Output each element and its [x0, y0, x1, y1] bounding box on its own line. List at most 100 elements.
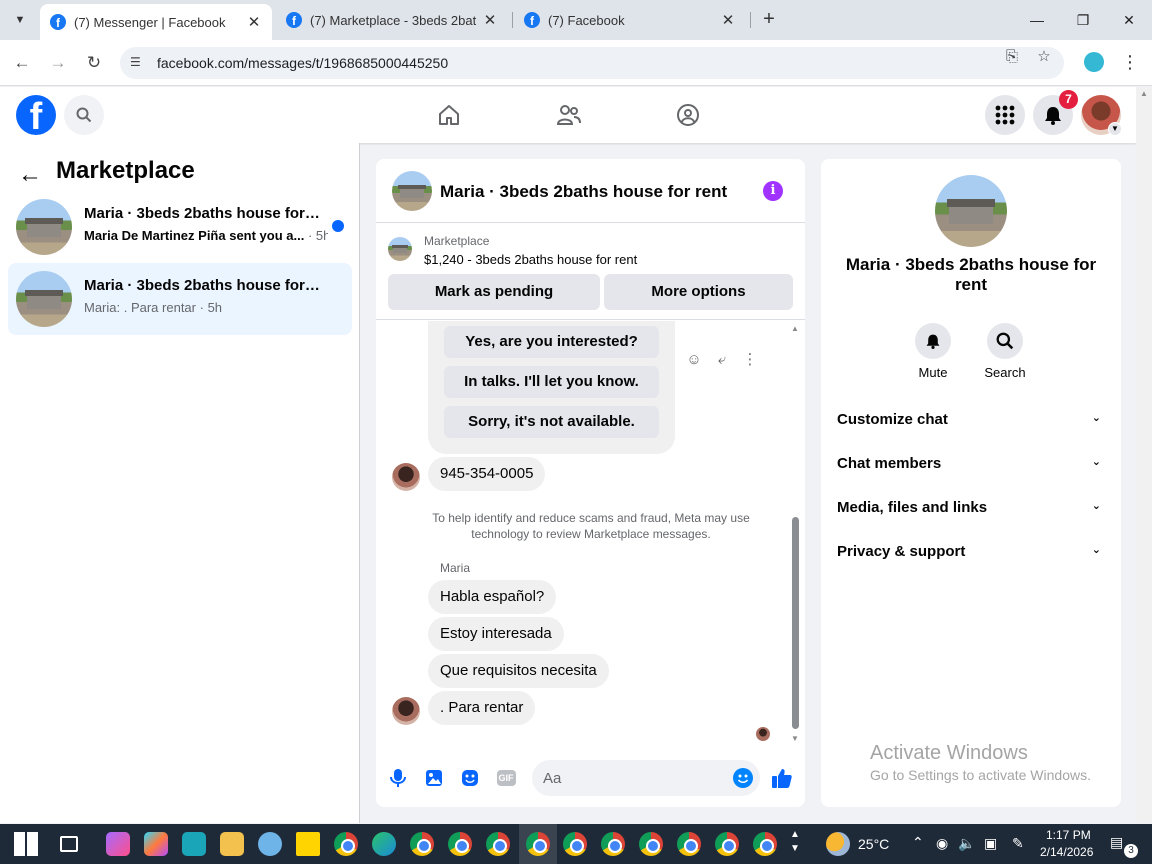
info-icon[interactable]: i: [763, 181, 783, 201]
tab-facebook[interactable]: f (7) Facebook ✕: [514, 4, 746, 36]
close-window-button[interactable]: ✕: [1117, 8, 1141, 32]
chrome-profile-icon[interactable]: [526, 832, 550, 856]
quick-reply-button[interactable]: Sorry, it's not available.: [444, 406, 659, 438]
tab-search-menu-button[interactable]: ▼: [8, 8, 32, 32]
conversation-item-selected[interactable]: Maria · 3beds 2baths house for rent Mari…: [8, 263, 352, 335]
minimize-button[interactable]: —: [1025, 8, 1049, 32]
facebook-logo-icon[interactable]: f: [16, 95, 56, 135]
listing-thumbnail[interactable]: [935, 175, 1007, 247]
bell-icon[interactable]: [915, 323, 951, 359]
quick-reply-button[interactable]: Yes, are you interested?: [444, 326, 659, 358]
attach-photo-button[interactable]: [423, 767, 445, 789]
gif-button[interactable]: GIF: [495, 767, 517, 789]
message-bubble[interactable]: Que requisitos necesita: [428, 654, 609, 688]
chat-members-section[interactable]: Chat members ⌄: [837, 443, 1105, 487]
mute-action[interactable]: Mute: [903, 323, 963, 380]
tab-messenger[interactable]: f (7) Messenger | Facebook ✕: [40, 4, 272, 40]
conversation-item[interactable]: Maria · 3beds 2baths house for rent Mari…: [8, 191, 352, 263]
more-options-button[interactable]: More options: [604, 274, 793, 310]
search-icon[interactable]: [987, 323, 1023, 359]
emoji-icon[interactable]: [733, 768, 753, 788]
chrome-profile-icon[interactable]: [448, 832, 472, 856]
taskbar-overflow-icon[interactable]: ▲ ▼: [790, 828, 800, 856]
reload-button[interactable]: ↻: [82, 51, 106, 75]
app-icon[interactable]: [182, 832, 206, 856]
page-scrollbar[interactable]: ▲: [1136, 87, 1152, 823]
clock-date[interactable]: 2/14/2026: [1040, 845, 1093, 859]
edge-icon[interactable]: [372, 832, 396, 856]
install-app-icon[interactable]: ⎘: [1002, 47, 1022, 67]
sender-avatar[interactable]: [392, 463, 420, 491]
back-button[interactable]: ←: [10, 51, 34, 75]
voice-clip-button[interactable]: [387, 767, 409, 789]
site-info-icon[interactable]: ☰: [130, 55, 146, 71]
scrollbar-thumb[interactable]: [792, 517, 799, 729]
file-explorer-icon[interactable]: [220, 832, 244, 856]
sender-avatar[interactable]: [392, 697, 420, 725]
menu-button[interactable]: [985, 95, 1025, 135]
chrome-profile-icon[interactable]: [601, 832, 625, 856]
paint-icon[interactable]: [258, 832, 282, 856]
message-scrollbar[interactable]: ▲ ▼: [789, 324, 801, 744]
message-bubble[interactable]: 945-354-0005: [428, 457, 546, 491]
mark-as-pending-button[interactable]: Mark as pending: [388, 274, 600, 310]
sticky-notes-icon[interactable]: [296, 832, 320, 856]
send-like-button[interactable]: [771, 767, 793, 789]
friends-nav-button[interactable]: [555, 101, 583, 129]
quick-reply-button[interactable]: In talks. I'll let you know.: [444, 366, 659, 398]
restore-button[interactable]: ❐: [1071, 8, 1095, 32]
search-button[interactable]: [64, 95, 104, 135]
close-tab-icon[interactable]: ✕: [482, 11, 498, 29]
message-bubble[interactable]: . Para rentar: [428, 691, 536, 725]
scroll-down-arrow-icon[interactable]: ▼: [791, 734, 799, 743]
message-bubble[interactable]: Habla español?: [428, 580, 557, 614]
omnibox[interactable]: ☰ facebook.com/messages/t/19686850004452…: [120, 47, 1064, 79]
app-icon[interactable]: [106, 832, 130, 856]
tab-marketplace[interactable]: f (7) Marketplace - 3beds 2baths ✕: [276, 4, 508, 36]
media-files-links-section[interactable]: Media, files and links ⌄: [837, 487, 1105, 531]
bookmark-star-icon[interactable]: ☆: [1034, 47, 1054, 67]
search-action[interactable]: Search: [975, 323, 1035, 380]
back-arrow-icon[interactable]: ←: [18, 161, 42, 189]
network-icon[interactable]: ▣: [984, 835, 997, 852]
pen-icon[interactable]: ✎: [1012, 835, 1024, 852]
sticker-button[interactable]: [459, 767, 481, 789]
chrome-profile-icon[interactable]: [715, 832, 739, 856]
reply-icon[interactable]: ⤶: [713, 351, 731, 369]
chat-title[interactable]: Maria · 3beds 2baths house for rent: [440, 182, 727, 202]
close-tab-icon[interactable]: ✕: [720, 11, 736, 29]
new-tab-button[interactable]: +: [758, 8, 780, 30]
customize-chat-section[interactable]: Customize chat ⌄: [837, 399, 1105, 443]
message-bubble[interactable]: Estoy interesada: [428, 617, 564, 651]
chrome-profile-icon[interactable]: [677, 832, 701, 856]
chrome-profile-icon[interactable]: [563, 832, 587, 856]
listing-thumbnail[interactable]: [388, 237, 412, 261]
react-icon[interactable]: ☺: [685, 351, 703, 369]
windows-start-icon[interactable]: [14, 832, 38, 856]
task-view-icon[interactable]: [60, 836, 78, 852]
chevron-down-icon[interactable]: ▼: [1108, 122, 1122, 136]
copilot-icon[interactable]: [144, 832, 168, 856]
groups-nav-button[interactable]: [674, 101, 702, 129]
speaker-icon[interactable]: 🔈: [958, 835, 975, 852]
meet-now-icon[interactable]: ◉: [936, 835, 948, 852]
clock-time[interactable]: 1:17 PM: [1046, 828, 1091, 842]
chrome-profile-icon[interactable]: [639, 832, 663, 856]
browser-menu-icon[interactable]: ⋮: [1121, 52, 1139, 74]
notification-center-icon[interactable]: ▤: [1110, 834, 1123, 851]
more-actions-icon[interactable]: ⋮: [741, 351, 759, 369]
weather-temperature[interactable]: 25°C: [858, 836, 889, 852]
chrome-profile-icon[interactable]: [753, 832, 777, 856]
forward-button[interactable]: →: [46, 51, 70, 75]
chrome-profile-icon[interactable]: [486, 832, 510, 856]
browser-profile-avatar[interactable]: [1084, 52, 1104, 72]
show-hidden-icons-icon[interactable]: ⌃: [912, 834, 924, 851]
scroll-up-arrow-icon[interactable]: ▲: [1140, 89, 1148, 98]
chrome-icon[interactable]: [334, 832, 358, 856]
listing-price-title[interactable]: $1,240 - 3beds 2baths house for rent: [424, 252, 637, 267]
privacy-support-section[interactable]: Privacy & support ⌄: [837, 531, 1105, 575]
listing-thumbnail[interactable]: [392, 171, 432, 211]
weather-icon[interactable]: [826, 832, 850, 856]
home-nav-button[interactable]: [435, 101, 463, 129]
chrome-profile-icon[interactable]: [410, 832, 434, 856]
